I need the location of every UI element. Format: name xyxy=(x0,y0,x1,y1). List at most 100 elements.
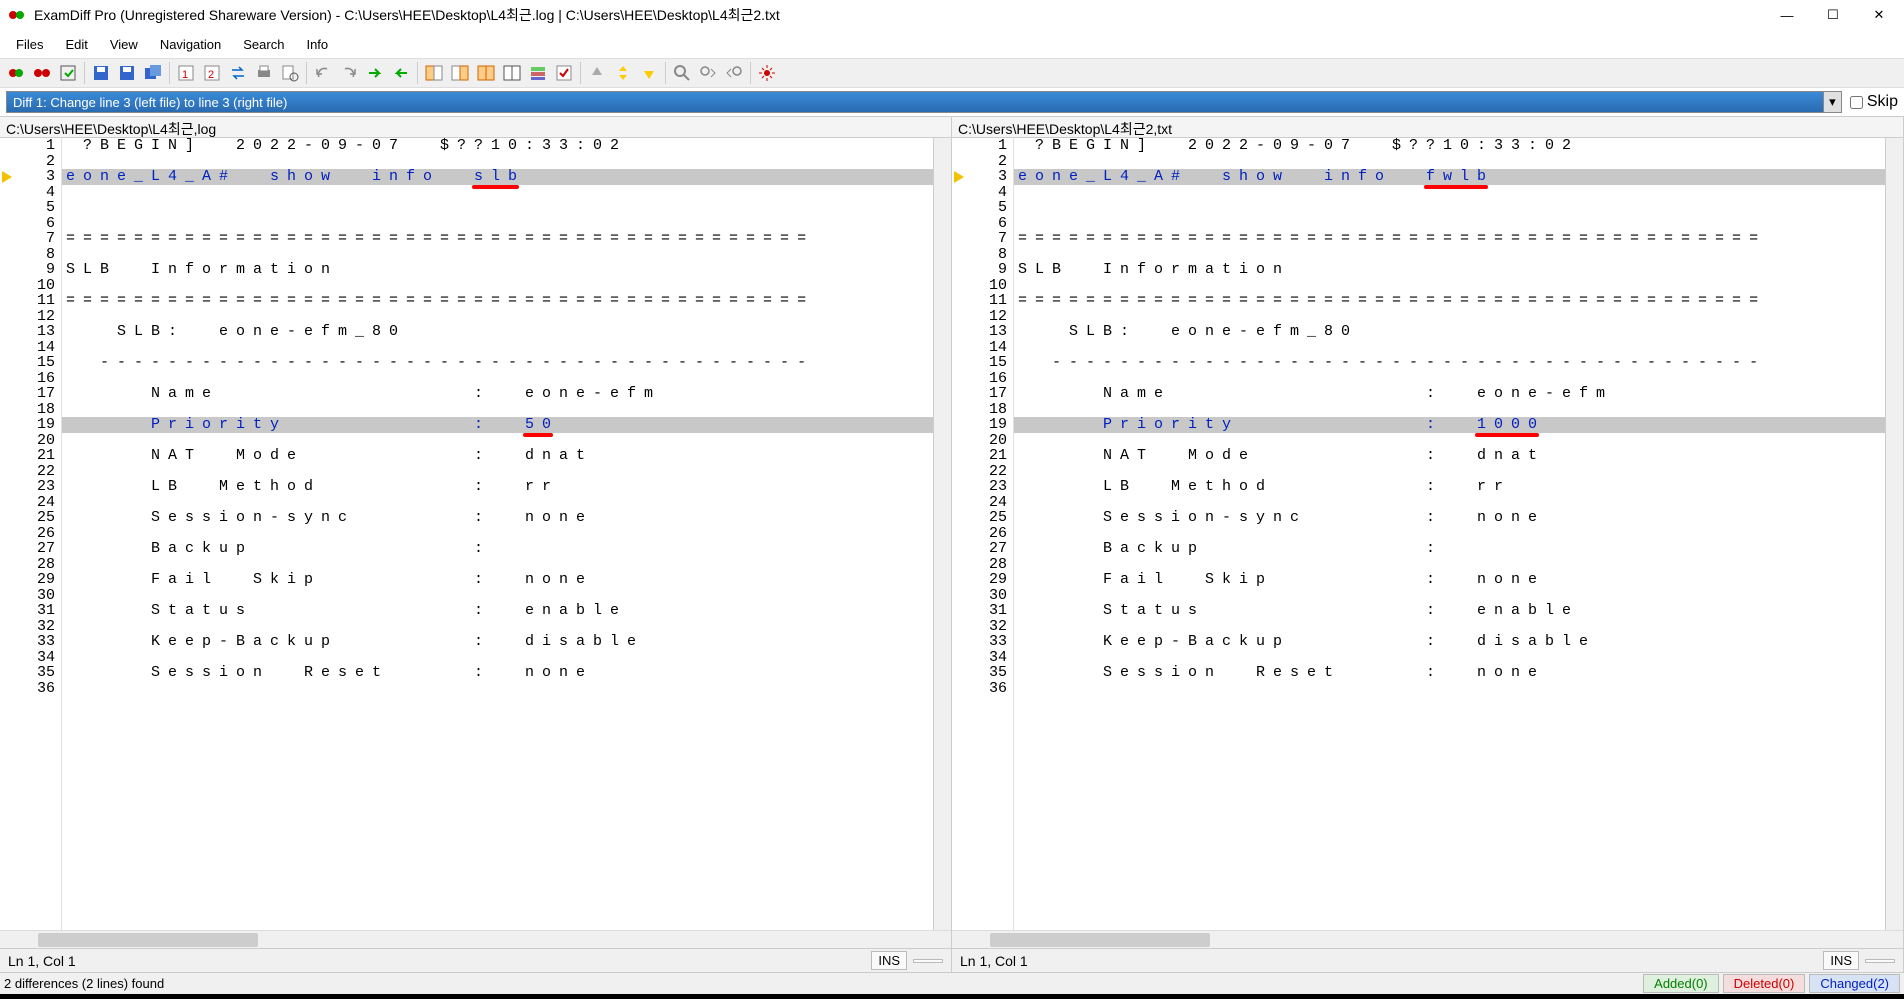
code-line[interactable] xyxy=(1014,588,1885,604)
skip-checkbox[interactable] xyxy=(1850,96,1863,109)
right-code[interactable]: ?BEGIN] 2022-09-07 $??10:33:02 eone_L4_A#… xyxy=(1014,138,1885,930)
code-line[interactable] xyxy=(62,309,933,325)
code-line[interactable] xyxy=(1014,309,1885,325)
code-line[interactable] xyxy=(1014,247,1885,263)
code-line[interactable]: ?BEGIN] 2022-09-07 $??10:33:02 xyxy=(62,138,933,154)
toggle-split-icon[interactable] xyxy=(500,61,524,85)
code-line[interactable] xyxy=(1014,402,1885,418)
added-count[interactable]: Added(0) xyxy=(1643,974,1718,993)
code-line[interactable]: Fail Skip : none xyxy=(62,572,933,588)
prev-diff-icon[interactable] xyxy=(389,61,413,85)
code-line[interactable] xyxy=(1014,278,1885,294)
code-line[interactable] xyxy=(62,619,933,635)
diff-selector[interactable]: Diff 1: Change line 3 (left file) to lin… xyxy=(6,91,1824,113)
code-line[interactable]: Session-sync : none xyxy=(1014,510,1885,526)
recompare-icon[interactable] xyxy=(56,61,80,85)
code-line[interactable]: eone_L4_A# show info slb xyxy=(62,169,933,185)
code-line[interactable] xyxy=(1014,557,1885,573)
save-both-icon[interactable] xyxy=(141,61,165,85)
menu-files[interactable]: Files xyxy=(6,33,53,56)
code-line[interactable]: ========================================… xyxy=(62,231,933,247)
code-line[interactable]: SLB Information xyxy=(62,262,933,278)
code-line[interactable] xyxy=(62,371,933,387)
code-line[interactable]: Name : eone-efm xyxy=(1014,386,1885,402)
save-right-icon[interactable] xyxy=(115,61,139,85)
compare-files-icon[interactable] xyxy=(4,61,28,85)
diff-both-icon[interactable] xyxy=(474,61,498,85)
save-left-icon[interactable] xyxy=(89,61,113,85)
code-line[interactable] xyxy=(62,340,933,356)
find-next-icon[interactable] xyxy=(696,61,720,85)
swap-icon[interactable] xyxy=(226,61,250,85)
code-line[interactable] xyxy=(62,278,933,294)
print-preview-icon[interactable] xyxy=(278,61,302,85)
code-line[interactable] xyxy=(1014,495,1885,511)
diff-pane1-icon[interactable] xyxy=(422,61,446,85)
code-line[interactable]: Session-sync : none xyxy=(62,510,933,526)
right-vertical-scrollbar[interactable] xyxy=(1885,138,1903,930)
code-line[interactable]: NAT Mode : dnat xyxy=(62,448,933,464)
code-line[interactable]: SLB: eone-efm_80 xyxy=(1014,324,1885,340)
menu-info[interactable]: Info xyxy=(296,33,338,56)
deleted-count[interactable]: Deleted(0) xyxy=(1723,974,1806,993)
code-line[interactable]: LB Method : rr xyxy=(1014,479,1885,495)
code-line[interactable] xyxy=(1014,650,1885,666)
code-line[interactable]: ?BEGIN] 2022-09-07 $??10:33:02 xyxy=(1014,138,1885,154)
code-line[interactable] xyxy=(62,154,933,170)
code-line[interactable] xyxy=(1014,340,1885,356)
right-horizontal-scrollbar[interactable] xyxy=(970,931,1885,949)
code-line[interactable] xyxy=(62,247,933,263)
view-first-icon[interactable]: 1 xyxy=(174,61,198,85)
code-line[interactable] xyxy=(62,681,933,697)
code-line[interactable]: Backup : xyxy=(62,541,933,557)
compare-dirs-icon[interactable] xyxy=(30,61,54,85)
left-horizontal-scrollbar[interactable] xyxy=(18,931,933,949)
code-line[interactable] xyxy=(1014,371,1885,387)
code-line[interactable] xyxy=(1014,681,1885,697)
code-line[interactable]: Status : enable xyxy=(62,603,933,619)
down-arrow-icon[interactable] xyxy=(637,61,661,85)
code-line[interactable] xyxy=(62,650,933,666)
code-line[interactable] xyxy=(62,216,933,232)
code-line[interactable] xyxy=(62,526,933,542)
color-legend-icon[interactable] xyxy=(526,61,550,85)
code-line[interactable]: ========================================… xyxy=(1014,231,1885,247)
skip-checkbox-wrap[interactable]: Skip xyxy=(1850,93,1898,111)
tools-icon[interactable] xyxy=(755,61,779,85)
code-line[interactable]: Keep-Backup : disable xyxy=(1014,634,1885,650)
maximize-button[interactable]: ☐ xyxy=(1810,0,1856,30)
code-line[interactable]: SLB: eone-efm_80 xyxy=(62,324,933,340)
view-second-icon[interactable]: 2 xyxy=(200,61,224,85)
code-line[interactable] xyxy=(62,495,933,511)
options-check-icon[interactable] xyxy=(552,61,576,85)
code-line[interactable]: ========================================… xyxy=(62,293,933,309)
diff-pane2-icon[interactable] xyxy=(448,61,472,85)
code-line[interactable] xyxy=(1014,619,1885,635)
find-prev-icon[interactable] xyxy=(722,61,746,85)
find-icon[interactable] xyxy=(670,61,694,85)
redo-icon[interactable] xyxy=(337,61,361,85)
code-line[interactable]: Status : enable xyxy=(1014,603,1885,619)
code-line[interactable]: eone_L4_A# show info fwlb xyxy=(1014,169,1885,185)
minimize-button[interactable]: — xyxy=(1764,0,1810,30)
code-line[interactable]: ========================================… xyxy=(1014,293,1885,309)
code-line[interactable]: LB Method : rr xyxy=(62,479,933,495)
code-line[interactable]: Fail Skip : none xyxy=(1014,572,1885,588)
menu-navigation[interactable]: Navigation xyxy=(150,33,231,56)
code-line[interactable]: Keep-Backup : disable xyxy=(62,634,933,650)
code-line[interactable]: ----------------------------------------… xyxy=(62,355,933,371)
code-line[interactable]: Session Reset : none xyxy=(1014,665,1885,681)
print-icon[interactable] xyxy=(252,61,276,85)
undo-icon[interactable] xyxy=(311,61,335,85)
code-line[interactable] xyxy=(62,433,933,449)
code-line[interactable] xyxy=(1014,526,1885,542)
code-line[interactable]: Session Reset : none xyxy=(62,665,933,681)
code-line[interactable]: ----------------------------------------… xyxy=(1014,355,1885,371)
changed-count[interactable]: Changed(2) xyxy=(1809,974,1900,993)
code-line[interactable] xyxy=(62,588,933,604)
code-line[interactable]: Backup : xyxy=(1014,541,1885,557)
code-line[interactable]: Priority : 50 xyxy=(62,417,933,433)
code-line[interactable] xyxy=(1014,433,1885,449)
code-line[interactable] xyxy=(62,464,933,480)
left-vertical-scrollbar[interactable] xyxy=(933,138,951,930)
